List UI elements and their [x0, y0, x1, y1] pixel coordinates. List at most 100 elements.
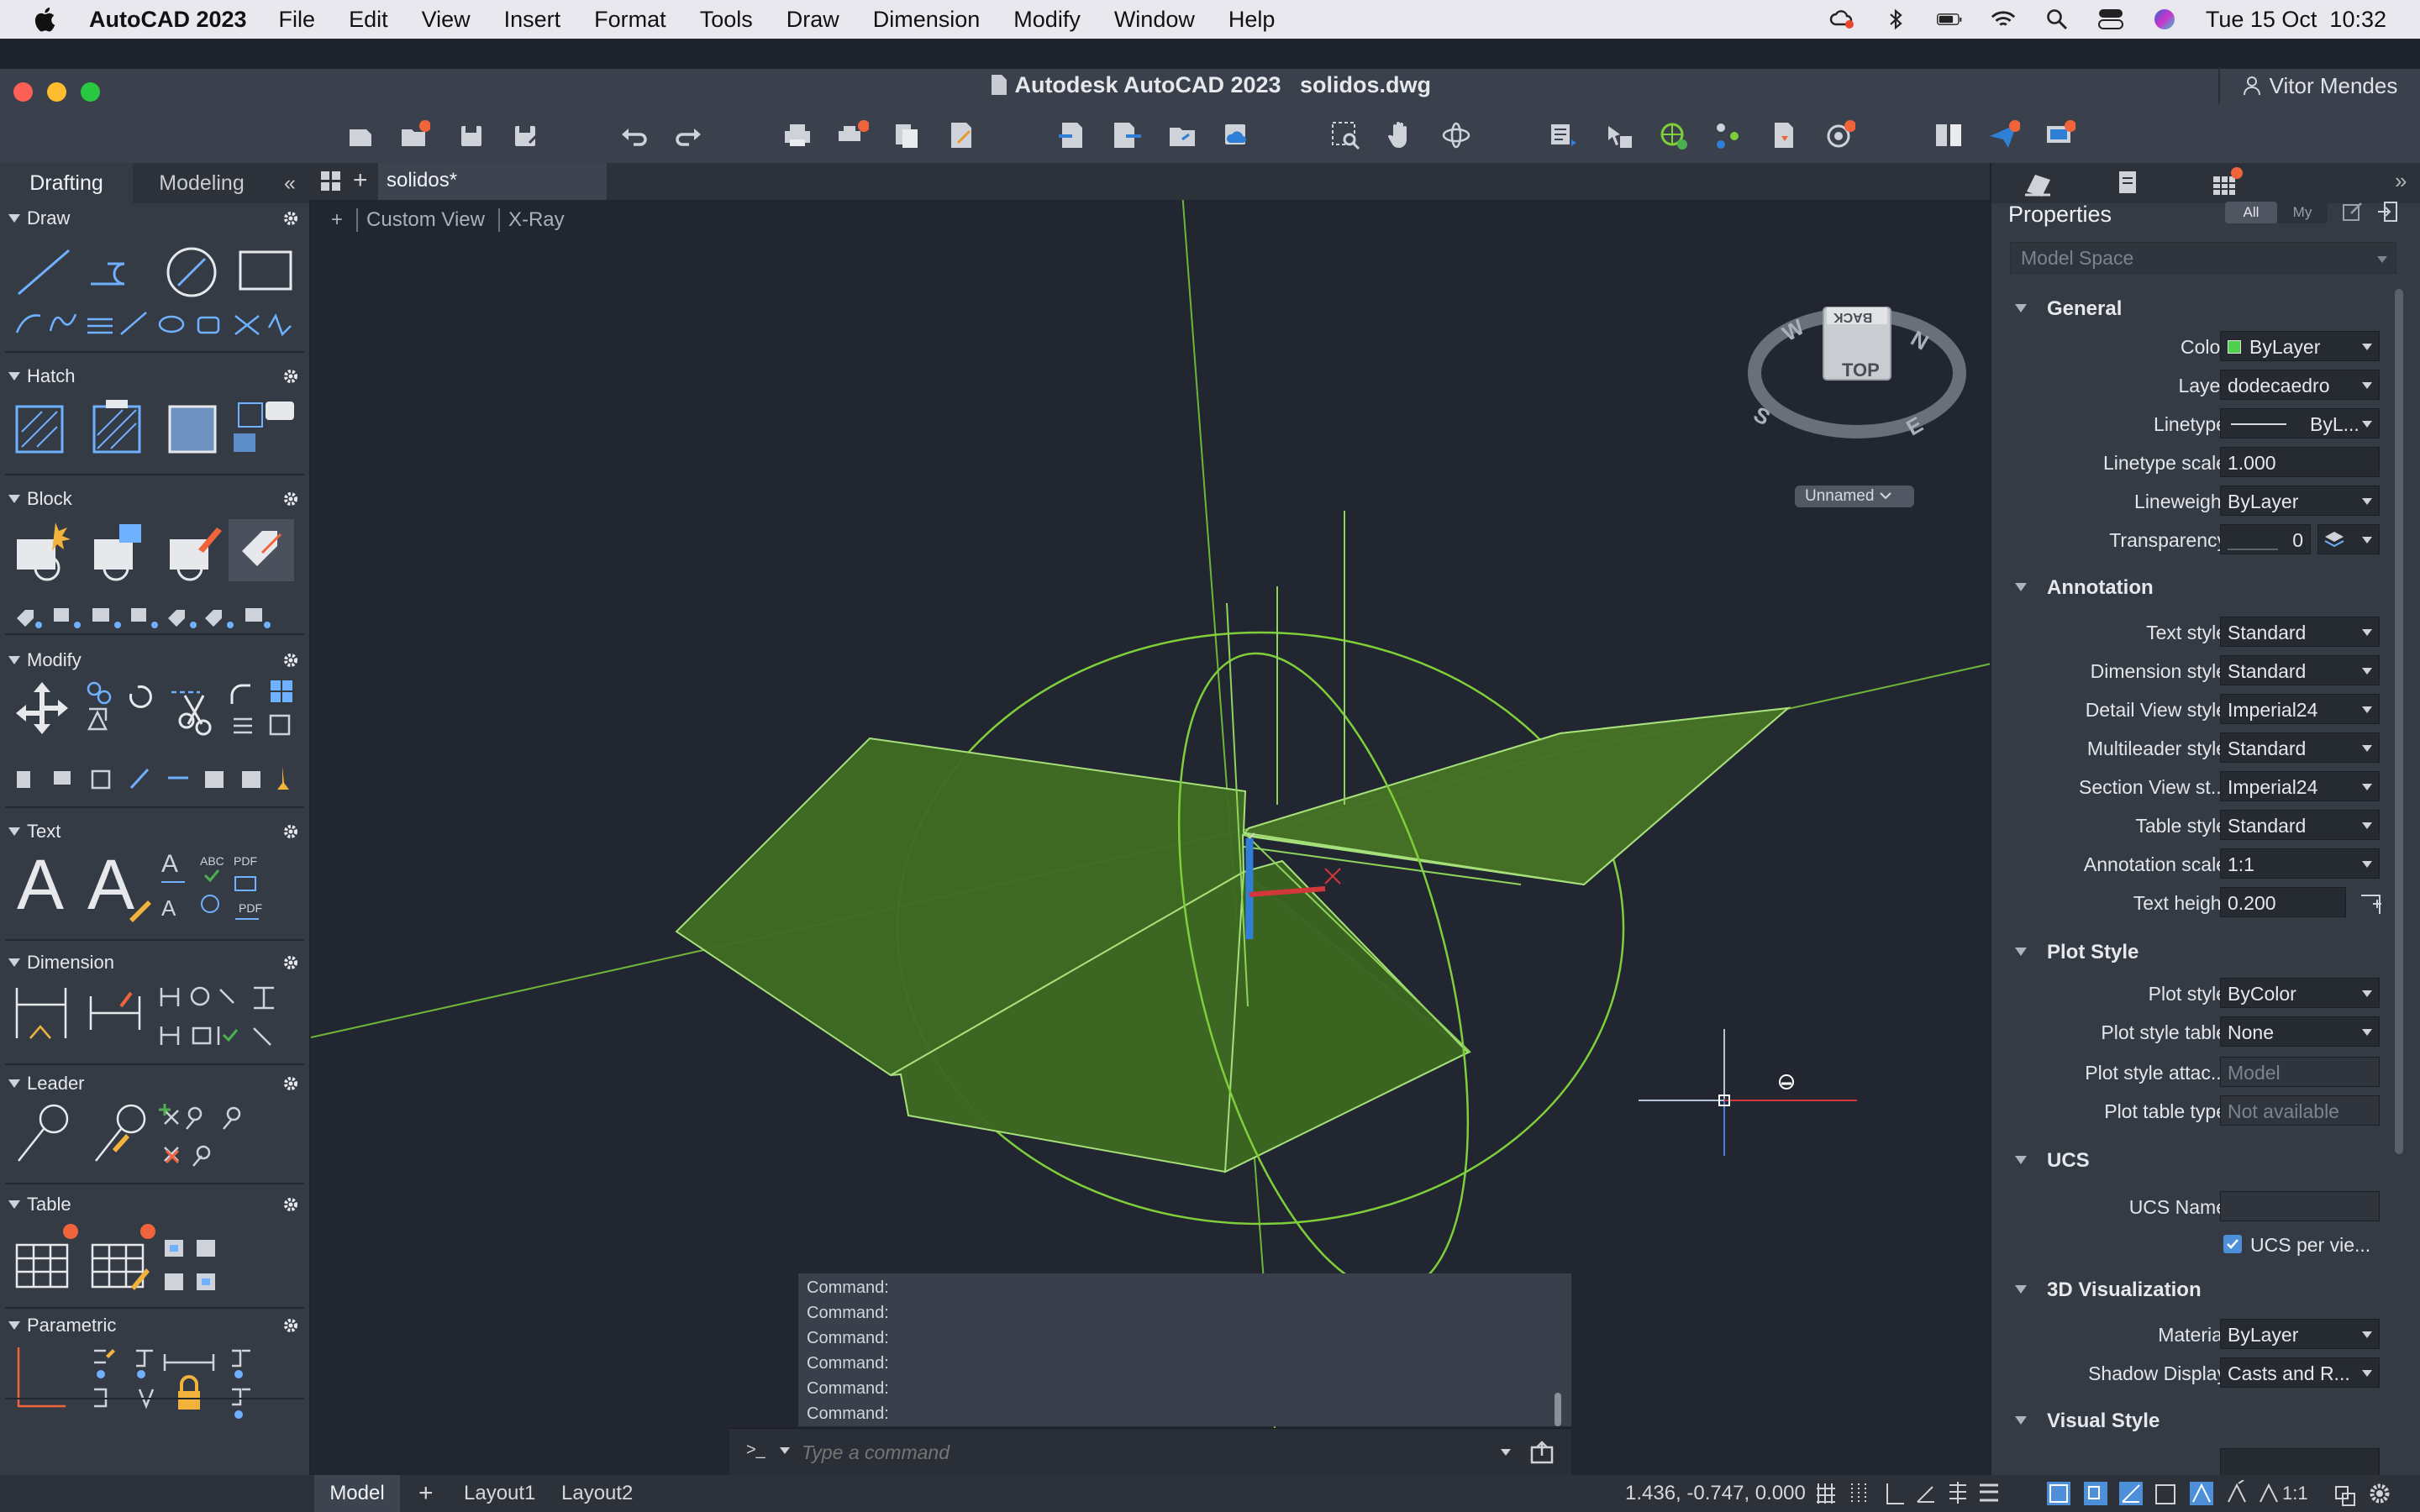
ucs-menu-button[interactable]: Unnamed	[1795, 486, 1914, 507]
ucs-per-viewport-checkbox[interactable]	[2223, 1235, 2242, 1253]
gear-icon[interactable]	[282, 1075, 299, 1092]
zoom-window-icon[interactable]	[1329, 119, 1361, 151]
block-tools[interactable]	[13, 519, 299, 633]
share-view-icon[interactable]	[1166, 119, 1198, 151]
layer-properties-icon[interactable]	[1548, 119, 1580, 151]
clock-date[interactable]: Tue 15 Oct 10:32	[2206, 7, 2386, 33]
menu-insert[interactable]: Insert	[504, 7, 561, 33]
user-account-button[interactable]: Vitor Mendes	[2218, 67, 2420, 104]
menu-window[interactable]: Window	[1114, 7, 1195, 33]
transparency-field[interactable]: 0	[2220, 524, 2311, 554]
creative-cloud-icon[interactable]	[1829, 8, 1854, 30]
section-dimension[interactable]: Dimension	[0, 951, 309, 974]
section-general-header[interactable]: General	[1991, 289, 2420, 328]
section-ucs-header[interactable]: UCS	[1991, 1141, 2420, 1179]
draw-tools[interactable]	[13, 244, 299, 336]
menu-view[interactable]: View	[422, 7, 471, 33]
menu-file[interactable]: File	[279, 7, 316, 33]
tab-model[interactable]: Model	[314, 1475, 400, 1512]
wifi-icon[interactable]	[1991, 8, 2016, 30]
parametric-tools[interactable]	[13, 1337, 299, 1430]
command-input[interactable]	[802, 1436, 1457, 1469]
section-text[interactable]: Text	[0, 820, 309, 843]
tab-solidos[interactable]: solidos*	[378, 163, 607, 200]
multileader-style-dropdown[interactable]: Standard	[2220, 732, 2380, 763]
menu-edit[interactable]: Edit	[349, 7, 388, 33]
color-dropdown[interactable]: ByLayer	[2220, 331, 2380, 361]
new-file-icon[interactable]	[345, 119, 376, 151]
section-draw[interactable]: Draw	[0, 207, 309, 230]
add-layout-button[interactable]: +	[418, 1475, 434, 1512]
tab-drafting[interactable]: Drafting	[0, 163, 133, 203]
section-block[interactable]: Block	[0, 487, 309, 511]
modify-tools[interactable]	[13, 679, 299, 793]
siri-icon[interactable]	[2152, 8, 2177, 30]
section-table[interactable]: Table	[0, 1193, 309, 1216]
new-tab-button[interactable]: +	[353, 166, 368, 195]
transparency-layer-dropdown[interactable]	[2317, 524, 2380, 554]
menu-tools[interactable]: Tools	[700, 7, 753, 33]
section-visual-style-header[interactable]: Visual Style	[1991, 1401, 2420, 1440]
text-style-dropdown[interactable]: Standard	[2220, 617, 2380, 647]
command-scrollbar[interactable]	[1555, 1393, 1561, 1426]
section-modify[interactable]: Modify	[0, 648, 309, 672]
section-parametric[interactable]: Parametric	[0, 1314, 309, 1337]
table-style-dropdown[interactable]: Standard	[2220, 810, 2380, 840]
share-icon[interactable]	[1712, 119, 1744, 151]
command-prompt-button[interactable]: >_	[746, 1441, 765, 1460]
annotation-scale-dropdown[interactable]: 1:1	[2220, 848, 2380, 879]
filter-all-button[interactable]: All	[2225, 202, 2277, 223]
gear-icon[interactable]	[282, 368, 299, 385]
cloud-save-icon[interactable]	[1220, 119, 1252, 151]
undo-icon[interactable]	[618, 119, 650, 151]
open-file-icon[interactable]	[398, 119, 430, 151]
pan-hand-icon[interactable]	[1385, 119, 1417, 151]
gear-icon[interactable]	[282, 652, 299, 669]
spotlight-search-icon[interactable]	[2044, 8, 2070, 30]
gear-icon[interactable]	[282, 1196, 299, 1213]
status-toggles[interactable]	[1815, 1480, 2403, 1507]
menu-dimension[interactable]: Dimension	[873, 7, 981, 33]
visual-style-field[interactable]	[2220, 1448, 2380, 1478]
gear-icon[interactable]	[282, 823, 299, 840]
quick-select-icon[interactable]	[2341, 200, 2365, 223]
tab-modeling[interactable]: Modeling	[133, 163, 271, 203]
tab-layout1[interactable]: Layout1	[464, 1475, 535, 1512]
plot-icon[interactable]	[781, 119, 813, 151]
select-objects-icon[interactable]	[2376, 200, 2400, 223]
apple-logo-icon[interactable]	[32, 5, 60, 34]
section-plot-style-header[interactable]: Plot Style	[1991, 932, 2420, 971]
geolocation-icon[interactable]	[1657, 119, 1689, 151]
publish-icon[interactable]	[891, 119, 923, 151]
page-setup-icon[interactable]	[946, 119, 978, 151]
dimension-style-dropdown[interactable]: Standard	[2220, 655, 2380, 685]
pick-point-icon[interactable]	[2360, 890, 2385, 916]
selection-dropdown[interactable]: Model Space	[2010, 242, 2396, 274]
section-view-style-dropdown[interactable]: Imperial24	[2220, 771, 2380, 801]
menu-help[interactable]: Help	[1228, 7, 1276, 33]
plot-style-table-dropdown[interactable]: None	[2220, 1016, 2380, 1047]
section-annotation-header[interactable]: Annotation	[1991, 568, 2420, 606]
chevron-down-icon[interactable]	[780, 1447, 790, 1454]
control-center-icon[interactable]	[2097, 8, 2123, 30]
leader-tools[interactable]	[13, 1100, 299, 1184]
plot-style-dropdown[interactable]: ByColor	[2220, 978, 2380, 1008]
gear-icon[interactable]	[282, 1317, 299, 1334]
redo-icon[interactable]	[672, 119, 704, 151]
export-icon[interactable]	[1111, 119, 1143, 151]
send-icon[interactable]	[1988, 119, 2020, 151]
section-hatch[interactable]: Hatch	[0, 365, 309, 388]
gear-icon[interactable]	[282, 210, 299, 227]
gear-icon[interactable]	[282, 954, 299, 971]
recent-commands-icon[interactable]	[1501, 1449, 1511, 1456]
save-as-icon[interactable]	[509, 119, 541, 151]
viewcube-top-label[interactable]: TOP	[1842, 360, 1880, 381]
gear-icon[interactable]	[282, 491, 299, 507]
layers-tab-icon[interactable]	[2114, 168, 2148, 198]
compare-icon[interactable]	[1933, 119, 1965, 151]
section-leader[interactable]: Leader	[0, 1072, 309, 1095]
menu-draw[interactable]: Draw	[786, 7, 839, 33]
coordinates-readout[interactable]: 1.436, -0.747, 0.000	[1625, 1475, 1806, 1512]
menu-modify[interactable]: Modify	[1013, 7, 1081, 33]
tab-layout2[interactable]: Layout2	[561, 1475, 633, 1512]
